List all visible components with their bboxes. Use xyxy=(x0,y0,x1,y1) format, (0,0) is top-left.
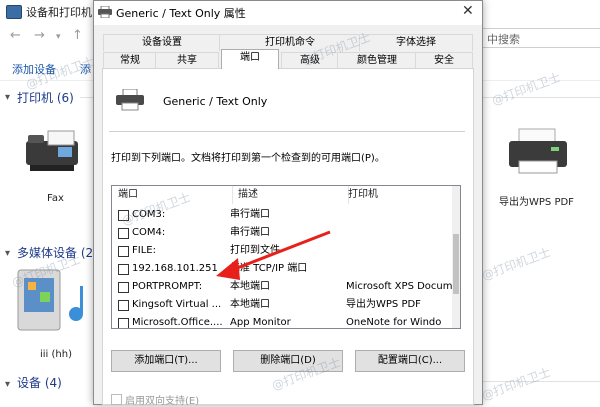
port-name: 192.168.101.251 xyxy=(132,263,218,274)
port-name: Kingsoft Virtual ... xyxy=(132,299,222,310)
tab-ports[interactable]: 端口 xyxy=(221,49,279,69)
back-arrow-icon[interactable]: ← xyxy=(10,28,21,43)
port-description: App Monitor xyxy=(230,317,291,328)
table-row[interactable]: 192.168.101.251 标准 TCP/IP 端口 xyxy=(112,260,452,278)
port-description: 串行端口 xyxy=(230,227,270,238)
port-description: 串行端口 xyxy=(230,209,270,220)
devices-icon xyxy=(6,5,22,19)
dialog-title: Generic / Text Only 属性 xyxy=(116,7,246,20)
table-row[interactable]: Kingsoft Virtual ... 本地端口 导出为WPS PDF xyxy=(112,296,452,314)
tab-security[interactable]: 安全 xyxy=(415,52,473,69)
add-port-button[interactable]: 添加端口(T)... xyxy=(111,350,221,372)
port-name: Microsoft.Office.... xyxy=(132,317,223,328)
printer-name: Generic / Text Only xyxy=(163,95,268,108)
port-checkbox[interactable] xyxy=(118,228,129,239)
port-description: 本地端口 xyxy=(230,281,270,292)
divider xyxy=(109,131,465,132)
forward-arrow-icon[interactable]: → xyxy=(34,28,45,43)
table-row[interactable]: COM4: 串行端口 xyxy=(112,224,452,242)
port-checkbox[interactable] xyxy=(118,300,129,311)
collapse-chevron-icon[interactable]: ▾ xyxy=(5,248,10,259)
tab-color-management[interactable]: 颜色管理 xyxy=(337,52,417,69)
fax-label: Fax xyxy=(47,193,64,204)
port-description: 打印到文件 xyxy=(230,245,280,256)
port-checkbox[interactable] xyxy=(118,282,129,293)
tab-general[interactable]: 常规 xyxy=(103,52,157,69)
dialog-titlebar: Generic / Text Only 属性 ✕ xyxy=(94,1,482,25)
port-checkbox[interactable] xyxy=(118,318,129,328)
table-row[interactable]: PORTPROMPT: 本地端口 Microsoft XPS Docum xyxy=(112,278,452,296)
bidirectional-label: 启用双向支持(E) xyxy=(125,396,200,407)
tab-device-settings[interactable]: 设备设置 xyxy=(103,34,221,51)
search-placeholder: 中搜索 xyxy=(487,33,520,46)
search-input[interactable]: 中搜索 xyxy=(482,28,600,48)
port-printer: 导出为WPS PDF xyxy=(346,299,421,310)
wps-pdf-printer-device[interactable] xyxy=(505,125,573,177)
window-title: 设备和打印机 xyxy=(26,6,92,19)
printer-icon xyxy=(98,6,112,18)
tab-sharing[interactable]: 共享 xyxy=(155,52,219,69)
section-devices[interactable]: 设备 (4) xyxy=(17,374,62,391)
port-name: FILE: xyxy=(132,245,156,256)
up-arrow-icon[interactable]: ↑ xyxy=(72,28,83,43)
close-icon[interactable]: ✕ xyxy=(462,3,474,19)
port-name: PORTPROMPT: xyxy=(132,281,203,292)
port-name: COM4: xyxy=(132,227,166,238)
table-row[interactable]: FILE: 打印到文件 xyxy=(112,242,452,260)
collapse-chevron-icon[interactable]: ▾ xyxy=(5,379,10,390)
wps-pdf-label: 导出为WPS PDF xyxy=(499,197,574,208)
port-instruction: 打印到下列端口。文档将打印到第一个检查到的可用端口(P)。 xyxy=(111,153,385,164)
bidirectional-checkbox[interactable] xyxy=(111,394,122,405)
port-description: 本地端口 xyxy=(230,299,270,310)
configure-port-button[interactable]: 配置端口(C)... xyxy=(355,350,465,372)
column-header-printer[interactable]: 打印机 xyxy=(348,186,452,204)
fax-device[interactable] xyxy=(18,125,90,175)
port-description: 标准 TCP/IP 端口 xyxy=(230,263,308,274)
printer-icon xyxy=(509,128,567,174)
section-divider xyxy=(80,97,94,98)
port-checkbox[interactable] xyxy=(118,246,129,257)
collapse-chevron-icon[interactable]: ▾ xyxy=(5,92,10,103)
scrollbar-thumb[interactable] xyxy=(453,234,459,294)
media-label: iii (hh) xyxy=(40,349,72,360)
fax-icon xyxy=(26,130,78,171)
tab-font-selection[interactable]: 字体选择 xyxy=(359,34,473,51)
port-printer: Microsoft XPS Docum xyxy=(346,281,452,292)
table-row[interactable]: Microsoft.Office.... App Monitor OneNote… xyxy=(112,314,452,328)
printer-icon xyxy=(116,89,144,111)
ports-tab-pane: Generic / Text Only 打印到下列端口。文档将打印到第一个检查到… xyxy=(102,68,474,407)
chevron-down-icon[interactable]: ▾ xyxy=(56,32,61,42)
column-header-description[interactable]: 描述 xyxy=(232,186,349,204)
section-printers[interactable]: 打印机 (6) xyxy=(17,89,74,106)
port-printer: OneNote for Windo xyxy=(346,317,442,328)
port-checkbox[interactable] xyxy=(118,264,129,275)
